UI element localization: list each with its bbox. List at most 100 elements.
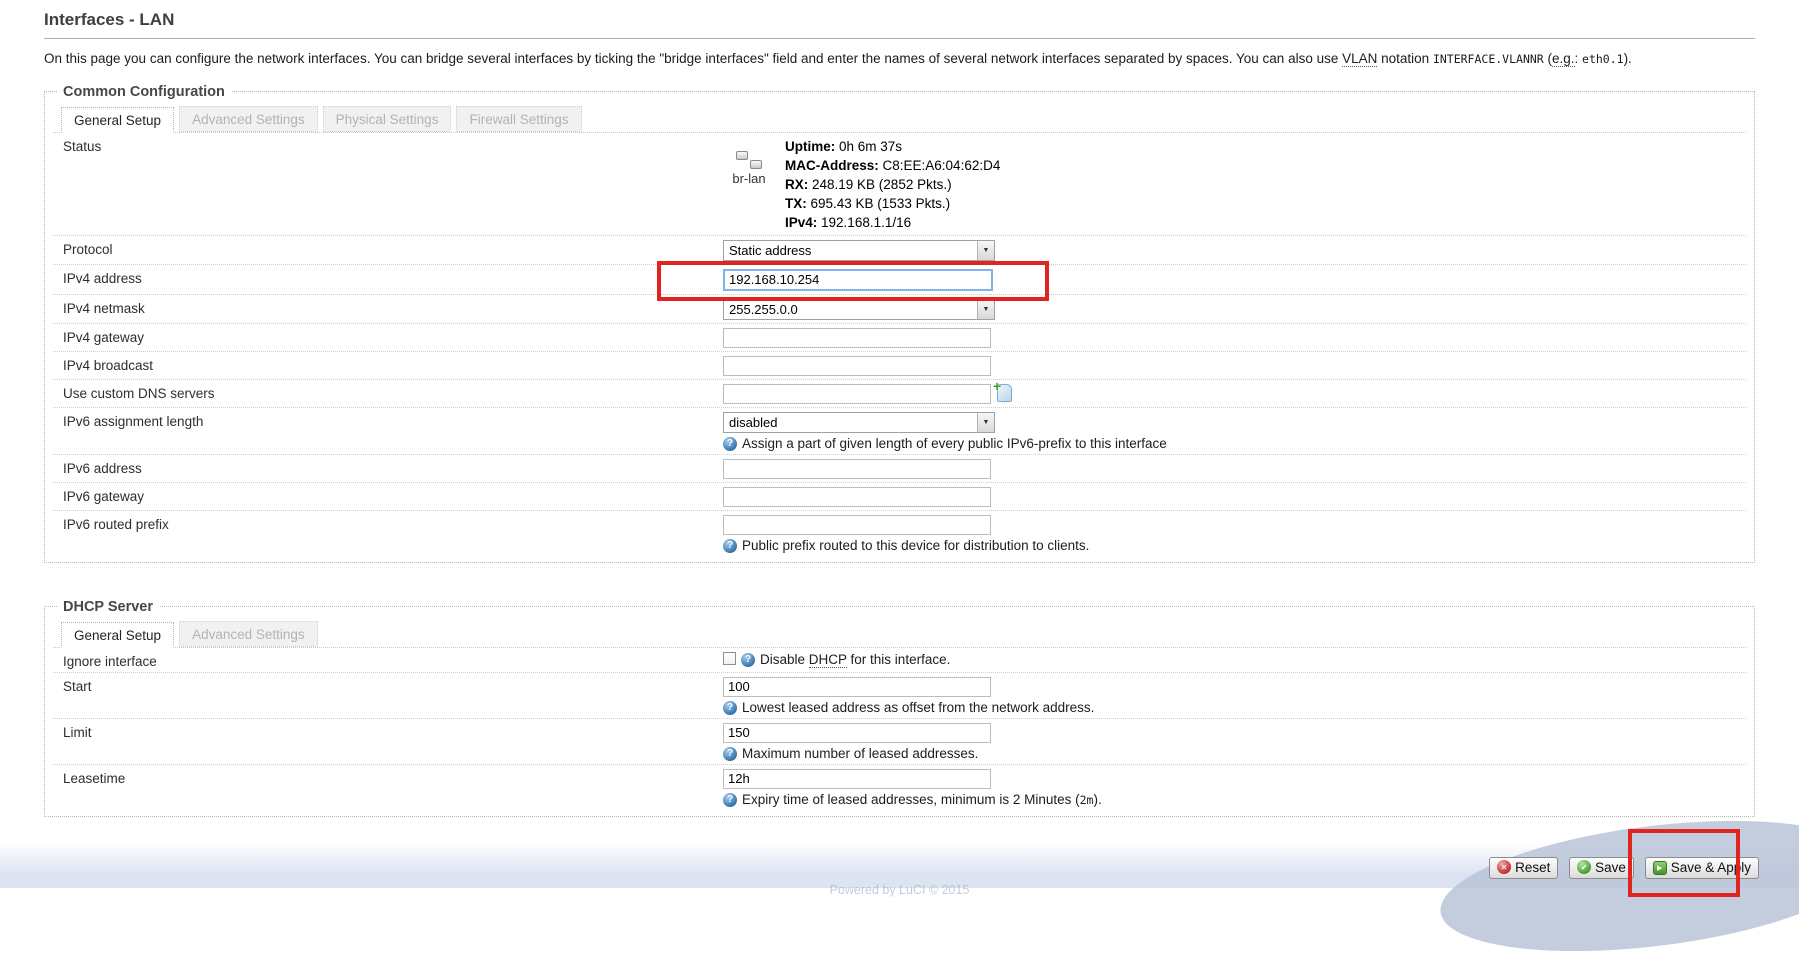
row-ignore-interface: Ignore interface Disable DHCP for this i… <box>53 648 1746 672</box>
ipv6-address-input[interactable] <box>723 459 991 479</box>
action-bar: Reset Save Save & Apply <box>44 857 1759 880</box>
dhcp-limit-input[interactable] <box>723 723 991 743</box>
leasetime-min-code: 2m <box>1080 793 1094 807</box>
status-line-tx: TX: 695.43 KB (1533 Pkts.) <box>785 194 1000 213</box>
save-apply-button[interactable]: Save & Apply <box>1645 857 1759 879</box>
chevron-down-icon <box>977 413 994 432</box>
page-description: On this page you can configure the netwo… <box>44 49 1755 70</box>
tab-advanced-settings[interactable]: Advanced Settings <box>179 106 318 132</box>
play-square-icon <box>1653 861 1667 875</box>
row-ipv4-broadcast: IPv4 broadcast <box>53 351 1746 379</box>
row-custom-dns: Use custom DNS servers <box>53 379 1746 407</box>
row-dhcp-limit: Limit Maximum number of leased addresses… <box>53 718 1746 764</box>
dhcp-tab-general-setup[interactable]: General Setup <box>61 622 174 648</box>
help-icon <box>723 701 737 715</box>
ipv6-assignment-length-select[interactable]: disabled <box>723 412 995 433</box>
tab-physical-settings[interactable]: Physical Settings <box>323 106 452 132</box>
dhcp-tab-advanced-settings[interactable]: Advanced Settings <box>179 621 318 647</box>
dhcp-tabstrip: General Setup Advanced Settings <box>53 617 1746 648</box>
row-ipv6-routed-prefix: IPv6 routed prefix Public prefix routed … <box>53 510 1746 556</box>
protocol-select[interactable]: Static address <box>723 240 995 261</box>
row-dhcp-start: Start Lowest leased address as offset fr… <box>53 672 1746 718</box>
custom-dns-label: Use custom DNS servers <box>53 384 723 401</box>
eth-example-code: eth0.1 <box>1582 52 1624 66</box>
ipv4-netmask-select[interactable]: 255.255.0.0 <box>723 299 995 320</box>
dhcp-abbr: DHCP <box>809 652 847 668</box>
ignore-interface-help: Disable DHCP for this interface. <box>760 652 950 667</box>
help-icon <box>723 437 737 451</box>
status-line-rx: RX: 248.19 KB (2852 Pkts.) <box>785 175 1000 194</box>
interface-name: br-lan <box>723 171 775 186</box>
eg-abbr: e.g. <box>1552 51 1575 67</box>
common-configuration-legend: Common Configuration <box>57 84 231 100</box>
page-title: Interfaces - LAN <box>44 0 1755 39</box>
save-button[interactable]: Save <box>1569 857 1634 879</box>
ipv4-broadcast-input[interactable] <box>723 356 991 376</box>
common-config-tabstrip: General Setup Advanced Settings Physical… <box>53 102 1746 133</box>
tab-general-setup[interactable]: General Setup <box>61 107 174 133</box>
ipv6-routed-prefix-label: IPv6 routed prefix <box>53 515 723 532</box>
ipv4-netmask-label: IPv4 netmask <box>53 299 723 316</box>
row-ipv4-address: IPv4 address <box>53 264 1746 294</box>
ipv4-gateway-input[interactable] <box>723 328 991 348</box>
row-ipv4-gateway: IPv4 gateway <box>53 323 1746 351</box>
dhcp-start-help: Lowest leased address as offset from the… <box>723 700 1746 715</box>
ipv4-address-input[interactable] <box>723 269 993 291</box>
ipv6-routed-prefix-help: Public prefix routed to this device for … <box>723 538 1746 553</box>
interface-badge: br-lan <box>723 137 775 232</box>
vlan-abbr: VLAN <box>1342 51 1377 67</box>
ipv6-gateway-input[interactable] <box>723 487 991 507</box>
help-icon <box>741 653 755 667</box>
bridge-icon <box>736 151 762 169</box>
protocol-label: Protocol <box>53 240 723 257</box>
row-ipv6-gateway: IPv6 gateway <box>53 482 1746 510</box>
dhcp-server-legend: DHCP Server <box>57 599 159 615</box>
add-entry-icon[interactable] <box>997 384 1012 402</box>
interface-vlannr-code: INTERFACE.VLANNR <box>1433 52 1544 66</box>
help-icon <box>723 747 737 761</box>
dhcp-limit-label: Limit <box>53 723 723 740</box>
help-icon <box>723 539 737 553</box>
dhcp-leasetime-input[interactable] <box>723 769 991 789</box>
ipv6-assignment-length-help: Assign a part of given length of every p… <box>723 436 1746 451</box>
dhcp-start-input[interactable] <box>723 677 991 697</box>
common-configuration-section: Common Configuration General Setup Advan… <box>44 84 1755 563</box>
status-info: Uptime: 0h 6m 37s MAC-Address: C8:EE:A6:… <box>785 137 1000 232</box>
dhcp-limit-help: Maximum number of leased addresses. <box>723 746 1746 761</box>
ignore-interface-label: Ignore interface <box>53 652 723 669</box>
ipv4-gateway-label: IPv4 gateway <box>53 328 723 345</box>
help-icon <box>723 793 737 807</box>
dhcp-server-section: DHCP Server General Setup Advanced Setti… <box>44 599 1755 817</box>
dhcp-leasetime-help: Expiry time of leased addresses, minimum… <box>723 792 1746 807</box>
ipv6-gateway-label: IPv6 gateway <box>53 487 723 504</box>
custom-dns-input[interactable] <box>723 384 991 404</box>
ipv6-assignment-length-label: IPv6 assignment length <box>53 412 723 429</box>
row-ipv4-netmask: IPv4 netmask 255.255.0.0 <box>53 294 1746 323</box>
tab-firewall-settings[interactable]: Firewall Settings <box>456 106 581 132</box>
chevron-down-icon <box>977 241 994 260</box>
status-line-mac: MAC-Address: C8:EE:A6:04:62:D4 <box>785 156 1000 175</box>
check-circle-icon <box>1577 860 1591 874</box>
dhcp-leasetime-label: Leasetime <box>53 769 723 786</box>
ipv4-address-label: IPv4 address <box>53 269 723 286</box>
status-label: Status <box>53 137 723 154</box>
reset-button[interactable]: Reset <box>1489 857 1558 879</box>
ipv6-assignment-length-selected-value: disabled <box>724 413 782 432</box>
x-circle-icon <box>1497 860 1511 874</box>
ipv4-netmask-selected-value: 255.255.0.0 <box>724 300 803 319</box>
ipv4-broadcast-label: IPv4 broadcast <box>53 356 723 373</box>
protocol-selected-value: Static address <box>724 241 816 260</box>
status-line-uptime: Uptime: 0h 6m 37s <box>785 137 1000 156</box>
row-status: Status br-lan Uptime: 0h 6m 37s MAC-Addr… <box>53 133 1746 235</box>
ipv6-address-label: IPv6 address <box>53 459 723 476</box>
row-ipv6-address: IPv6 address <box>53 454 1746 482</box>
row-ipv6-assignment-length: IPv6 assignment length disabled Assign a… <box>53 407 1746 454</box>
dhcp-start-label: Start <box>53 677 723 694</box>
row-dhcp-leasetime: Leasetime Expiry time of leased addresse… <box>53 764 1746 810</box>
chevron-down-icon <box>977 300 994 319</box>
ignore-interface-checkbox[interactable] <box>723 652 736 665</box>
footer-text: Powered by LuCI © 2015 <box>0 883 1799 897</box>
ipv6-routed-prefix-input[interactable] <box>723 515 991 535</box>
row-protocol: Protocol Static address <box>53 235 1746 264</box>
status-line-ipv4: IPv4: 192.168.1.1/16 <box>785 213 1000 232</box>
